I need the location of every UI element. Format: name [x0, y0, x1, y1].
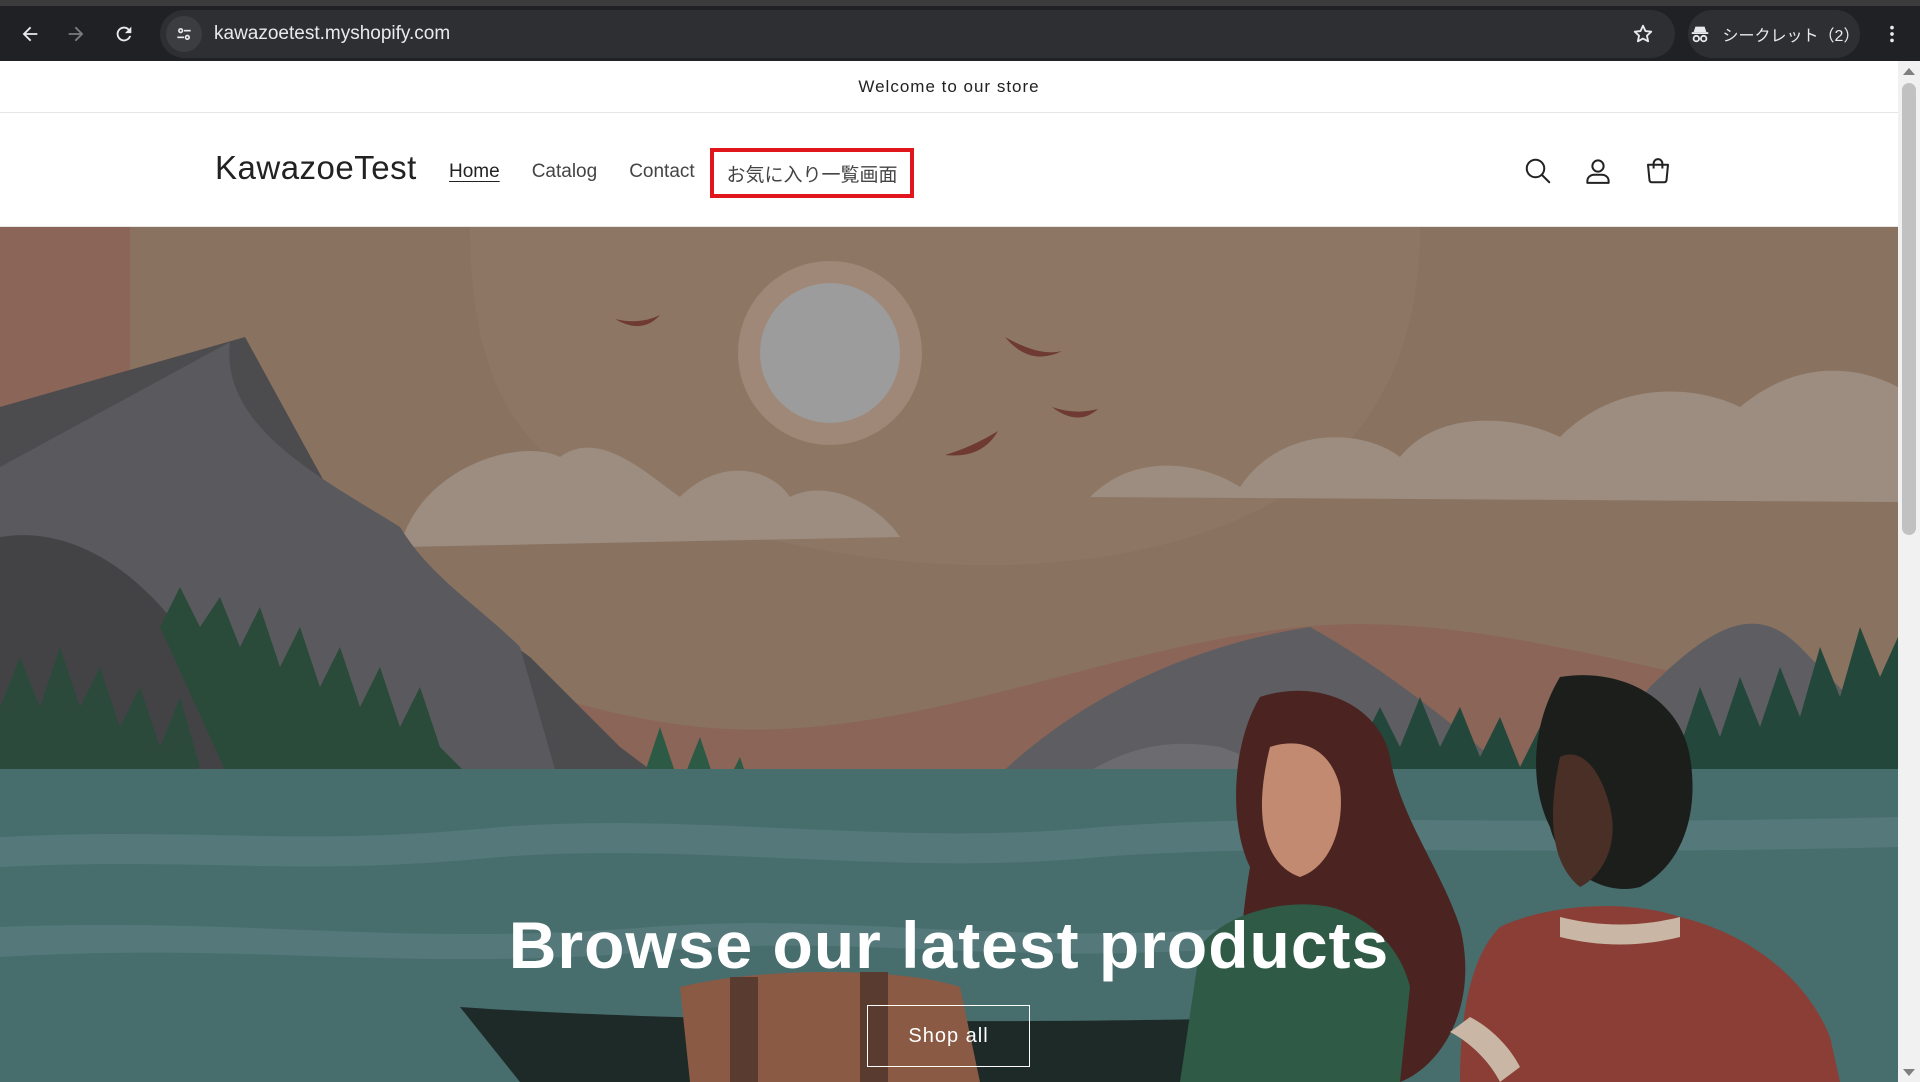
search-button[interactable] — [1522, 155, 1554, 187]
shop-all-button[interactable]: Shop all — [867, 1005, 1030, 1067]
cart-button[interactable] — [1642, 155, 1674, 187]
back-icon — [22, 26, 38, 42]
browser-menu-button[interactable] — [1874, 16, 1910, 52]
scroll-up-icon[interactable] — [1903, 68, 1915, 75]
announcement-text: Welcome to our store — [858, 76, 1040, 96]
header-icons — [1522, 155, 1674, 187]
main-nav: Home Catalog Contact お気に入り一覧画面 — [449, 148, 914, 198]
announcement-bar: Welcome to our store — [0, 61, 1898, 113]
site-info-button[interactable] — [166, 16, 202, 52]
bookmark-button[interactable] — [1625, 16, 1661, 52]
nav-catalog[interactable]: Catalog — [532, 161, 598, 183]
account-icon — [1586, 159, 1610, 184]
account-button[interactable] — [1582, 155, 1614, 187]
star-icon — [1633, 24, 1653, 43]
incognito-label: シークレット（2） — [1722, 28, 1860, 45]
search-icon — [1525, 158, 1551, 184]
page-scrollbar[interactable] — [1898, 61, 1920, 1082]
hero-title: Browse our latest products — [508, 908, 1390, 982]
incognito-icon — [1691, 26, 1708, 43]
reload-button[interactable] — [106, 16, 142, 52]
reload-icon — [116, 26, 132, 42]
scroll-down-icon[interactable] — [1903, 1069, 1915, 1076]
back-button[interactable] — [12, 16, 48, 52]
incognito-badge[interactable]: シークレット（2） — [1688, 10, 1860, 58]
site-header: KawazoeTest Home Catalog Contact お気に入り一覧… — [0, 113, 1898, 227]
nav-contact[interactable]: Contact — [629, 161, 694, 183]
address-bar[interactable]: kawazoetest.myshopify.com — [160, 10, 1675, 58]
hero-banner: Browse our latest products Shop all — [0, 227, 1898, 1082]
page-viewport: Welcome to our store KawazoeTest Home Ca… — [0, 61, 1898, 1082]
url-text[interactable]: kawazoetest.myshopify.com — [214, 23, 450, 45]
nav-home[interactable]: Home — [449, 161, 500, 183]
cart-icon — [1647, 158, 1669, 184]
nav-favorites[interactable]: お気に入り一覧画面 — [710, 148, 914, 198]
store-logo[interactable]: KawazoeTest — [215, 149, 417, 187]
site-info-icon — [177, 28, 191, 41]
menu-icon — [1890, 25, 1894, 43]
forward-icon — [68, 26, 84, 42]
forward-button[interactable] — [58, 16, 94, 52]
scroll-thumb[interactable] — [1902, 83, 1916, 535]
browser-toolbar: kawazoetest.myshopify.com シークレット（2） — [0, 0, 1920, 61]
